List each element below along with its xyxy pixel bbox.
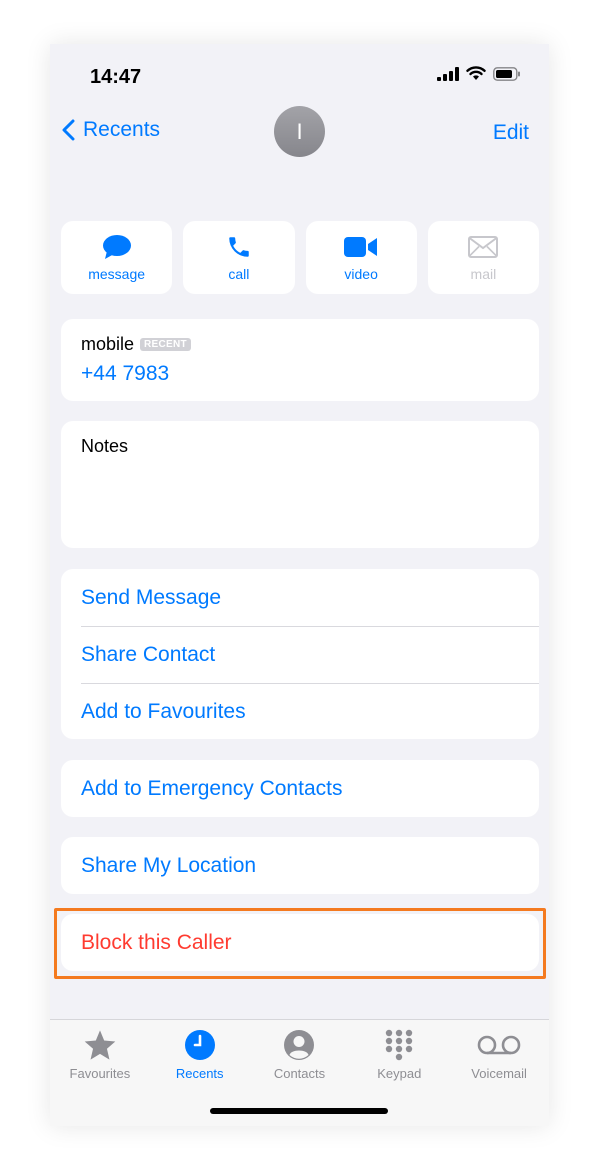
tab-recents[interactable]: Recents xyxy=(150,1020,250,1090)
status-time: 14:47 xyxy=(90,66,142,88)
clock-icon xyxy=(184,1030,215,1060)
cellular-signal-icon xyxy=(437,66,459,81)
quick-actions: message call video mail xyxy=(61,221,539,294)
tab-contacts-label: Contacts xyxy=(273,1066,326,1081)
share-my-location-row[interactable]: Share My Location xyxy=(61,837,539,894)
phone-number-link[interactable]: +44 7983 xyxy=(81,362,169,386)
video-action-button[interactable]: video xyxy=(305,221,417,294)
contact-avatar: I xyxy=(274,106,325,157)
call-action-button[interactable]: call xyxy=(183,221,295,294)
message-action-button[interactable]: message xyxy=(61,221,173,294)
share-contact-row[interactable]: Share Contact xyxy=(61,626,539,683)
emergency-contacts-card: Add to Emergency Contacts xyxy=(61,760,539,817)
block-this-caller-row[interactable]: Block this Caller xyxy=(61,914,539,971)
status-icons xyxy=(437,66,521,81)
edit-button[interactable]: Edit xyxy=(493,121,529,145)
envelope-icon xyxy=(468,236,499,258)
person-circle-icon xyxy=(284,1030,315,1060)
add-to-favourites-row[interactable]: Add to Favourites xyxy=(61,683,539,739)
back-button[interactable]: Recents xyxy=(62,118,160,142)
message-bubble-icon xyxy=(102,235,131,259)
tab-contacts[interactable]: Contacts xyxy=(250,1020,350,1090)
block-caller-card: Block this Caller xyxy=(61,914,539,971)
contact-options-list: Send Message Share Contact Add to Favour… xyxy=(61,569,539,739)
back-label: Recents xyxy=(83,118,161,141)
tab-voicemail[interactable]: Voicemail xyxy=(449,1020,549,1090)
phone-type-label: mobile xyxy=(81,334,135,354)
tab-favourites-label: Favourites xyxy=(69,1066,131,1081)
tab-bar: Favourites Recents Contacts Keypad Voice… xyxy=(50,1019,549,1126)
status-bar: 14:47 xyxy=(50,44,549,104)
chevron-left-icon xyxy=(62,119,75,141)
mail-action-label: mail xyxy=(470,266,497,282)
video-camera-icon xyxy=(344,237,378,257)
keypad-icon xyxy=(386,1029,413,1061)
phone-icon xyxy=(229,237,249,257)
tab-keypad[interactable]: Keypad xyxy=(349,1020,449,1090)
send-message-row[interactable]: Send Message xyxy=(61,569,539,626)
video-action-label: video xyxy=(344,266,378,282)
tab-voicemail-label: Voicemail xyxy=(471,1066,527,1081)
tab-keypad-label: Keypad xyxy=(377,1066,422,1081)
call-action-label: call xyxy=(228,266,250,282)
tab-recents-label: Recents xyxy=(175,1066,224,1081)
mail-action-button[interactable]: mail xyxy=(427,221,539,294)
phone-screen: 14:47 Recents Edit I message call video … xyxy=(50,44,549,1126)
phone-label-row: mobile RECENT xyxy=(81,334,191,355)
notes-label: Notes xyxy=(81,436,129,456)
wifi-icon xyxy=(466,66,486,80)
message-action-label: message xyxy=(88,266,146,282)
share-location-card: Share My Location xyxy=(61,837,539,894)
voicemail-icon xyxy=(477,1035,521,1055)
recent-badge: RECENT xyxy=(140,338,191,351)
battery-icon xyxy=(493,66,520,81)
tab-favourites[interactable]: Favourites xyxy=(50,1020,150,1090)
star-icon xyxy=(84,1030,116,1060)
notes-field[interactable]: Notes xyxy=(61,421,539,548)
phone-number-card: mobile RECENT +44 7983 xyxy=(61,319,539,401)
home-indicator[interactable] xyxy=(210,1108,388,1114)
add-to-emergency-contacts-row[interactable]: Add to Emergency Contacts xyxy=(61,760,539,817)
